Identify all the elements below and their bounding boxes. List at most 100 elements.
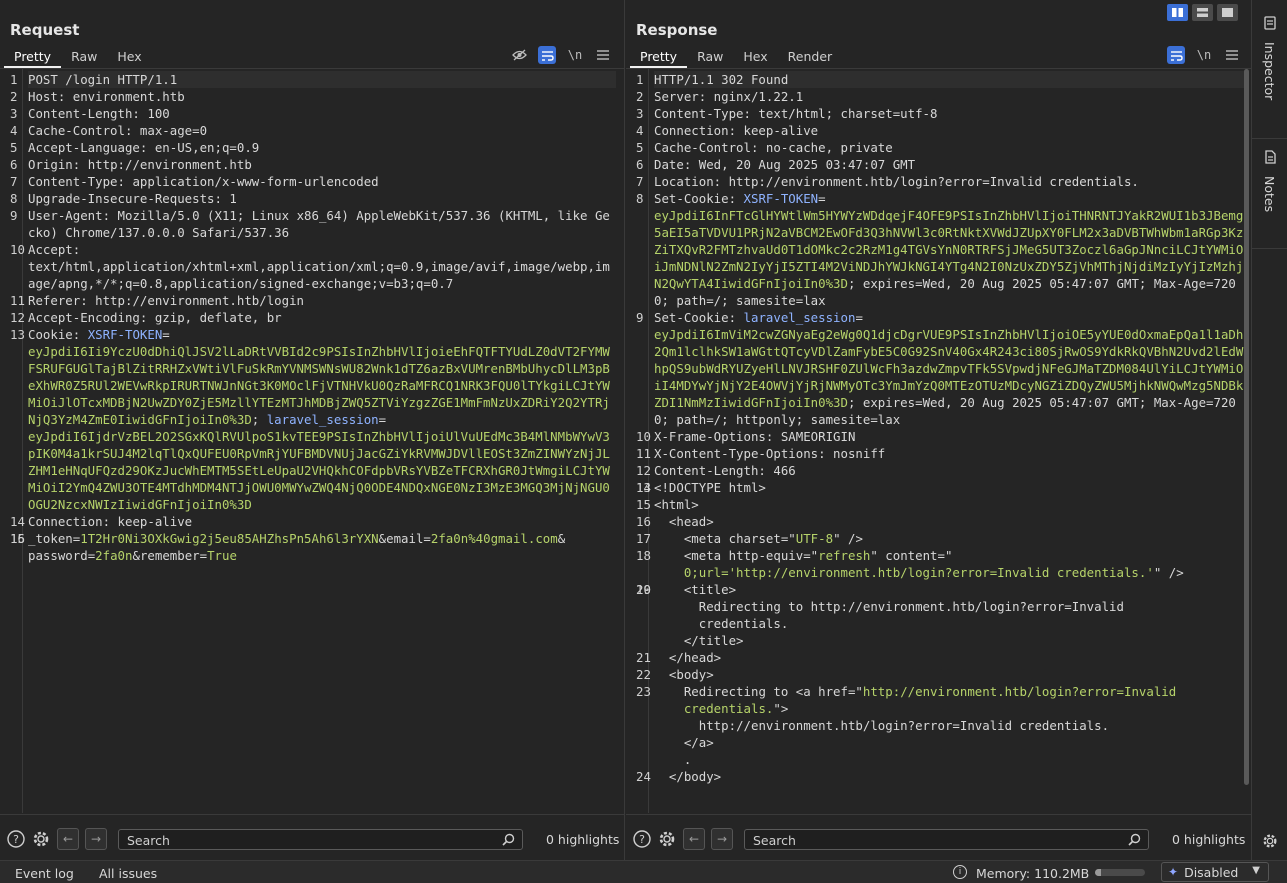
code-line: 9 Set-Cookie: laravel_session= eyJpdiI6Im… xyxy=(626,309,1251,428)
request-editor[interactable]: 1 POST /login HTTP/1.1 2 Host: environment.… xyxy=(0,69,624,813)
code-token: Cache-Control: xyxy=(28,123,140,138)
code-token: = xyxy=(199,548,208,563)
code-text: Set-Cookie: XSRF-TOKEN= eyJpdiI6InFTcGlH… xyxy=(654,190,1244,309)
request-tab-raw[interactable]: Raw xyxy=(61,46,107,68)
line-number: 5 xyxy=(10,140,18,155)
highlights-count: 0 highlights xyxy=(1172,832,1246,847)
gear-icon[interactable] xyxy=(31,829,51,849)
line-number: 4 xyxy=(636,123,644,138)
response-tab-hex[interactable]: Hex xyxy=(733,46,777,68)
code-line: 6 Origin: http://environment.htb xyxy=(0,156,624,173)
line-number: 22 xyxy=(636,667,651,682)
settings-gear[interactable] xyxy=(1252,833,1287,851)
code-token: & xyxy=(132,548,140,563)
newline-toggle[interactable]: \n xyxy=(566,46,584,64)
code-token: Content-Length: xyxy=(28,106,148,121)
code-token: <meta xyxy=(654,531,729,546)
event-log-link[interactable]: Event log xyxy=(15,866,74,881)
search-icon xyxy=(502,833,516,847)
code-text: HTTP/1.1 302 Found xyxy=(654,71,1244,88)
inspector-toggle[interactable]: Inspector xyxy=(1252,16,1287,100)
response-tab-render[interactable]: Render xyxy=(778,46,843,68)
line-number: 3 xyxy=(10,106,18,121)
response-title: Response xyxy=(636,21,718,39)
code-text: Upgrade-Insecure-Requests: 1 xyxy=(28,190,616,207)
line-number: 10 xyxy=(10,242,25,257)
line-number: 16 xyxy=(636,514,651,529)
line-number: 7 xyxy=(636,174,644,189)
code-token: & xyxy=(557,531,566,546)
response-search-input[interactable] xyxy=(745,831,1148,850)
wrap-lines-icon[interactable] xyxy=(538,46,556,64)
response-editor[interactable]: 1 HTTP/1.1 302 Found 2 Server: nginx/1.22.1… xyxy=(626,69,1251,813)
search-icon xyxy=(1128,833,1142,847)
response-tab-pretty[interactable]: Pretty xyxy=(630,46,688,68)
chevron-down-icon: ▼ xyxy=(1252,865,1260,876)
hide-eye-icon[interactable] xyxy=(510,46,528,64)
code-token: gzip, deflate, br xyxy=(154,310,282,325)
code-text: Redirecting to <a href="http://environme… xyxy=(654,683,1244,768)
code-text: Content-Type: text/html; charset=utf-8 xyxy=(654,105,1244,122)
code-text: Accept-Encoding: gzip, deflate, br xyxy=(28,309,616,326)
code-line: 13 Cookie: XSRF-TOKEN= eyJpdiI6Ii9YczU0dD… xyxy=(0,326,624,513)
code-token: = xyxy=(378,412,387,427)
svg-text:?: ? xyxy=(639,833,645,846)
code-text: Origin: http://environment.htb xyxy=(28,156,616,173)
help-icon[interactable]: ? xyxy=(6,829,26,849)
code-text: POST /login HTTP/1.1 xyxy=(28,71,616,88)
previous-match-button[interactable]: ← xyxy=(57,828,79,850)
menu-icon[interactable] xyxy=(594,46,612,64)
newline-toggle[interactable]: \n xyxy=(1195,46,1213,64)
code-token: laravel_session xyxy=(266,412,379,427)
code-line: 14 Connection: keep-alive xyxy=(0,513,624,530)
response-tab-raw[interactable]: Raw xyxy=(687,46,733,68)
code-token: http://environment.htb/login xyxy=(95,293,305,308)
code-text: Accept-Language: en-US,en;q=0.9 xyxy=(28,139,616,156)
request-search-bar: ? ← → 0 highlights xyxy=(0,814,624,860)
request-tab-pretty[interactable]: Pretty xyxy=(4,46,62,68)
code-text: <meta charset="UTF-8" /> xyxy=(654,530,1244,547)
previous-match-button[interactable]: ← xyxy=(683,828,705,850)
next-match-button[interactable]: → xyxy=(711,828,733,850)
code-token: X-Frame-Options: SAMEORIGIN xyxy=(654,429,856,444)
request-tab-hex[interactable]: Hex xyxy=(107,46,151,68)
code-line: 22 <body> xyxy=(626,666,1251,683)
layout-stacked-icon[interactable] xyxy=(1192,4,1213,21)
code-line: 14 <!DOCTYPE html> xyxy=(626,479,1251,496)
code-token: _token xyxy=(28,531,73,546)
code-line: 4 Cache-Control: max-age=0 xyxy=(0,122,624,139)
gear-icon[interactable] xyxy=(657,829,677,849)
request-search-input[interactable] xyxy=(119,831,522,850)
response-scrollbar[interactable] xyxy=(1243,69,1251,790)
memory-bar-fill xyxy=(1095,869,1101,876)
code-line: 23 Redirecting to <a href="http://enviro… xyxy=(626,683,1251,768)
scrollbar-thumb[interactable] xyxy=(1244,69,1249,785)
code-line: 11 Referer: http://environment.htb/login xyxy=(0,292,624,309)
next-match-button[interactable]: → xyxy=(85,828,107,850)
code-token: = xyxy=(162,327,170,342)
ai-state-select[interactable]: ✦ Disabled ▼ xyxy=(1161,862,1269,882)
code-token: email xyxy=(386,531,424,546)
code-token: application/x-www-form-urlencoded xyxy=(132,174,379,189)
layout-tabbed-icon[interactable] xyxy=(1217,4,1238,21)
code-text: Content-Type: application/x-www-form-url… xyxy=(28,173,616,190)
code-token: HTTP/1.1 302 Found xyxy=(654,72,789,87)
notes-toggle[interactable]: Notes xyxy=(1252,150,1287,212)
code-line: 3 Content-Length: 100 xyxy=(0,105,624,122)
code-line: 11 X-Content-Type-Options: nosniff xyxy=(626,445,1251,462)
code-text: Connection: keep-alive xyxy=(654,122,1244,139)
layout-side-by-side-icon[interactable] xyxy=(1167,4,1188,21)
help-icon[interactable]: ? xyxy=(632,829,652,849)
code-text: <title> Redirecting to http://environmen… xyxy=(654,581,1244,649)
code-token: User-Agent: xyxy=(28,208,118,223)
request-search-box xyxy=(118,829,523,850)
line-number: 6 xyxy=(636,157,644,172)
code-token: remember xyxy=(139,548,200,563)
code-line: 5 Cache-Control: no-cache, private xyxy=(626,139,1251,156)
code-line: 1 HTTP/1.1 302 Found xyxy=(626,71,1251,88)
code-token: 0;url='http://environment.htb/login?erro… xyxy=(683,565,1154,580)
menu-icon[interactable] xyxy=(1223,46,1241,64)
code-token: http://environment.htb xyxy=(87,157,252,172)
all-issues-link[interactable]: All issues xyxy=(99,866,157,881)
wrap-lines-icon[interactable] xyxy=(1167,46,1185,64)
